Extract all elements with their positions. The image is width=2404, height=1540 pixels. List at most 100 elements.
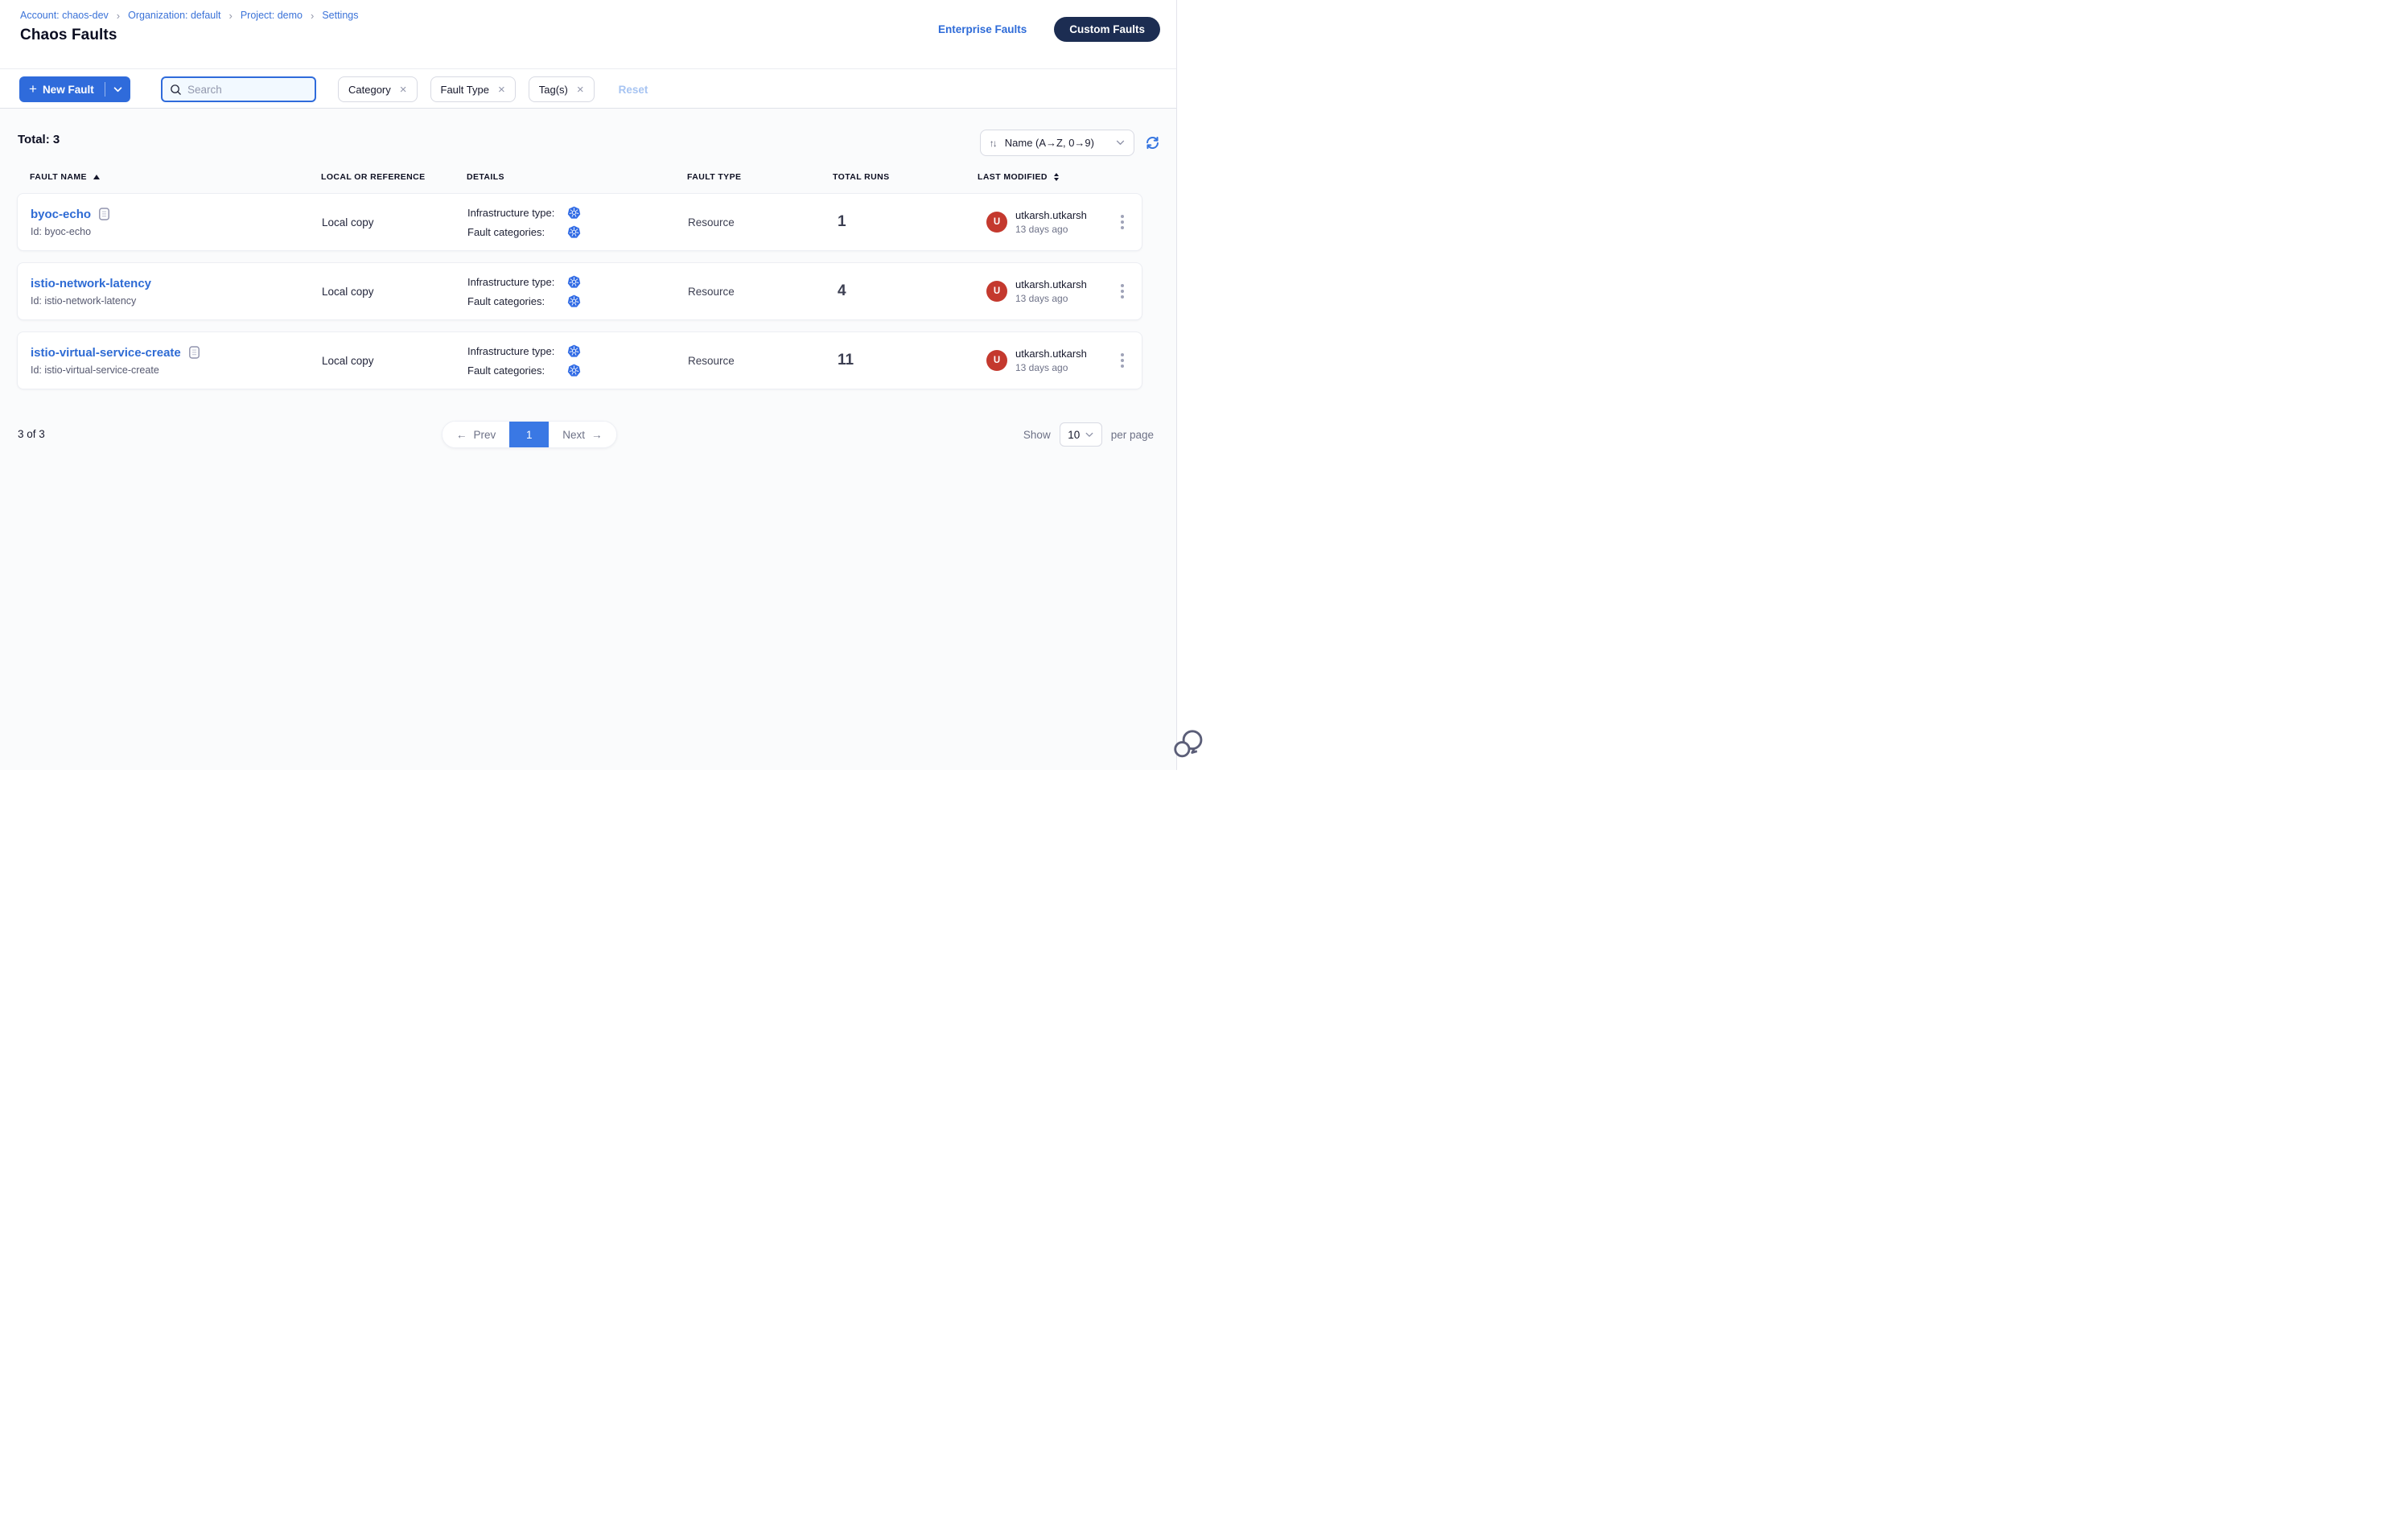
search-input[interactable] (187, 84, 307, 96)
fault-categories-label: Fault categories: (467, 226, 567, 238)
scrollbar-gutter[interactable] (1176, 0, 1202, 770)
custom-faults-button[interactable]: Custom Faults (1054, 17, 1160, 42)
kubernetes-icon[interactable] (567, 275, 581, 289)
breadcrumb-settings-link[interactable]: Settings (322, 10, 358, 21)
column-label: LOCAL OR REFERENCE (321, 172, 426, 182)
page-1-button[interactable]: 1 (509, 422, 549, 447)
modified-when: 13 days ago (1015, 224, 1087, 235)
pagination: ← Prev 1 Next → (442, 421, 617, 448)
last-modified-cell: U utkarsh.utkarsh 13 days ago (986, 209, 1107, 235)
avatar: U (986, 350, 1007, 371)
chat-bubbles-icon[interactable] (1171, 727, 1208, 764)
show-label: Show (1023, 429, 1051, 441)
fault-type-value: Resource (688, 286, 834, 298)
kubernetes-icon[interactable] (567, 206, 581, 220)
kebab-menu-icon (1121, 290, 1124, 293)
breadcrumb-account-link[interactable]: Account: chaos-dev (20, 10, 109, 21)
page-size-select[interactable]: 10 (1060, 422, 1102, 447)
sort-asc-icon (93, 175, 100, 179)
total-runs-value: 4 (834, 282, 978, 300)
page-size-controls: Show 10 per page (1023, 422, 1154, 447)
page-title: Chaos Faults (20, 27, 117, 44)
local-or-reference-value: Local copy (322, 216, 467, 229)
column-header-details: DETAILS (467, 172, 687, 182)
fault-details: Infrastructure type: Fault categories: (467, 206, 688, 239)
fault-id: Id: istio-virtual-service-create (31, 364, 322, 376)
column-label: TOTAL RUNS (833, 172, 890, 182)
page-header: Account: chaos-dev › Organization: defau… (0, 0, 1202, 69)
modified-by: utkarsh.utkarsh (1015, 348, 1087, 360)
sort-controls: ↑↓ Name (A→Z, 0→9) (980, 130, 1160, 156)
close-icon[interactable]: × (577, 84, 584, 96)
infrastructure-type-label: Infrastructure type: (467, 207, 567, 219)
fault-details: Infrastructure type: Fault categories: (467, 275, 688, 308)
last-modified-cell: U utkarsh.utkarsh 13 days ago (986, 348, 1107, 373)
sort-both-icon (1054, 173, 1059, 181)
pagination-summary: 3 of 3 (18, 428, 45, 440)
column-label: DETAILS (467, 172, 504, 182)
fault-row[interactable]: byoc-echo Id: byoc-echo Local copy Infra… (17, 193, 1142, 251)
page-size-value: 10 (1068, 429, 1080, 441)
plus-icon: + (29, 82, 37, 96)
kubernetes-icon[interactable] (567, 294, 581, 308)
local-or-reference-value: Local copy (322, 286, 467, 298)
kebab-menu-icon (1121, 220, 1124, 224)
next-label: Next (562, 429, 585, 441)
kubernetes-icon[interactable] (567, 344, 581, 358)
chevron-down-icon (1085, 432, 1093, 438)
modified-by: utkarsh.utkarsh (1015, 209, 1087, 221)
row-menu-button[interactable] (1117, 216, 1128, 229)
local-or-reference-value: Local copy (322, 355, 467, 367)
filter-chip-category[interactable]: Category × (338, 76, 418, 102)
column-header-fault-name[interactable]: FAULT NAME (30, 172, 321, 182)
avatar: U (986, 281, 1007, 302)
row-menu-button[interactable] (1117, 285, 1128, 298)
filter-chip-label: Category (348, 84, 391, 96)
last-modified-cell: U utkarsh.utkarsh 13 days ago (986, 278, 1107, 304)
fault-name-link[interactable]: istio-virtual-service-create (31, 346, 181, 360)
breadcrumb-project-link[interactable]: Project: demo (241, 10, 303, 21)
chevron-right-icon: › (229, 10, 233, 21)
close-icon[interactable]: × (400, 84, 407, 96)
modified-by: utkarsh.utkarsh (1015, 278, 1087, 290)
infrastructure-type-label: Infrastructure type: (467, 276, 567, 288)
fault-row[interactable]: istio-network-latency Id: istio-network-… (17, 262, 1142, 320)
filter-chip-fault-type[interactable]: Fault Type × (430, 76, 516, 102)
reset-filters-button[interactable]: Reset (619, 84, 648, 96)
document-icon[interactable] (189, 346, 200, 359)
enterprise-faults-link[interactable]: Enterprise Faults (938, 23, 1027, 35)
fault-name-link[interactable]: istio-network-latency (31, 277, 151, 290)
search-input-wrapper (161, 76, 316, 102)
chevron-down-icon[interactable] (113, 87, 122, 93)
total-count: Total: 3 (18, 133, 60, 146)
infrastructure-type-label: Infrastructure type: (467, 345, 567, 357)
filter-chip-tags[interactable]: Tag(s) × (529, 76, 595, 102)
sort-updown-icon: ↑↓ (990, 138, 996, 149)
modified-when: 13 days ago (1015, 293, 1087, 304)
column-header-last-modified[interactable]: LAST MODIFIED (978, 172, 1106, 182)
prev-page-button[interactable]: ← Prev (443, 422, 509, 447)
breadcrumb-organization-link[interactable]: Organization: default (128, 10, 220, 21)
chevron-down-icon (1116, 140, 1125, 146)
document-icon[interactable] (99, 208, 109, 220)
row-menu-button[interactable] (1117, 354, 1128, 367)
fault-type-value: Resource (688, 216, 834, 229)
total-runs-value: 11 (834, 352, 978, 369)
table-header-row: FAULT NAME LOCAL OR REFERENCE DETAILS FA… (17, 167, 1142, 187)
close-icon[interactable]: × (498, 84, 505, 96)
fault-name-link[interactable]: byoc-echo (31, 208, 91, 221)
refresh-button[interactable] (1144, 135, 1160, 151)
kubernetes-icon[interactable] (567, 225, 581, 239)
arrow-right-icon: → (591, 429, 603, 441)
breadcrumb: Account: chaos-dev › Organization: defau… (20, 10, 358, 21)
faults-list-area: Total: 3 ↑↓ Name (A→Z, 0→9) FAULT NAME L… (0, 109, 1176, 770)
sort-select[interactable]: ↑↓ Name (A→Z, 0→9) (980, 130, 1134, 156)
chevron-right-icon: › (311, 10, 314, 21)
header-actions: Enterprise Faults Custom Faults (938, 17, 1160, 42)
fault-row[interactable]: istio-virtual-service-create Id: istio-v… (17, 331, 1142, 389)
new-fault-button[interactable]: + New Fault (19, 76, 130, 102)
kubernetes-icon[interactable] (567, 364, 581, 377)
fault-details: Infrastructure type: Fault categories: (467, 344, 688, 377)
column-header-fault-type: FAULT TYPE (687, 172, 833, 182)
next-page-button[interactable]: Next → (549, 422, 615, 447)
